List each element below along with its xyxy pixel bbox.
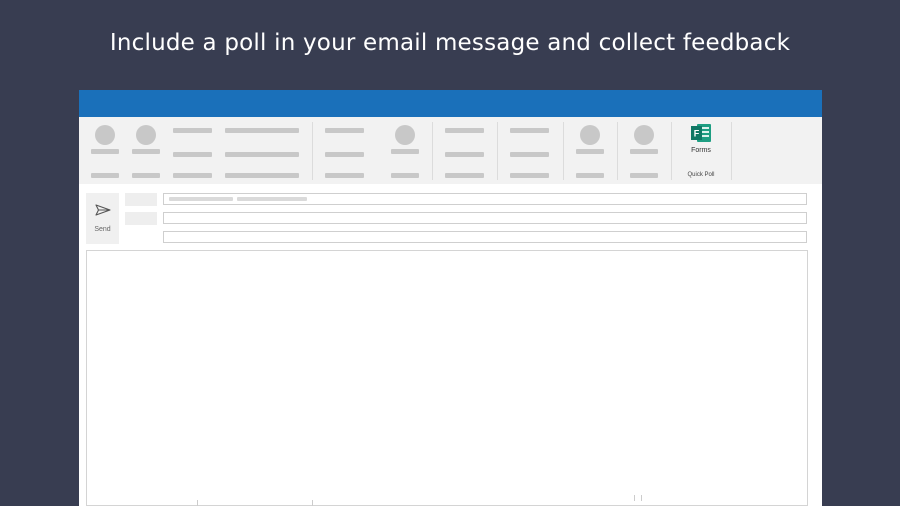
title-bar — [79, 90, 822, 117]
ribbon-small-item[interactable] — [225, 173, 299, 178]
ribbon-small-item[interactable] — [510, 152, 549, 157]
ribbon-small-item[interactable] — [325, 152, 364, 157]
ribbon-button-placeholder-icon[interactable] — [95, 125, 115, 145]
ribbon-separator — [563, 122, 564, 180]
recipient-chip[interactable] — [237, 197, 307, 201]
quick-poll-group-label: Quick Poll — [687, 172, 715, 178]
divider — [634, 495, 635, 501]
ribbon-small-item[interactable] — [173, 173, 212, 178]
forms-icon[interactable]: F — [691, 124, 711, 142]
compose-area: Send — [79, 184, 822, 506]
send-label: Send — [94, 226, 111, 233]
ribbon-small-item[interactable] — [510, 128, 549, 133]
ribbon-label-placeholder — [630, 149, 658, 154]
forms-button-label[interactable]: Forms — [679, 147, 723, 154]
recipient-chip[interactable] — [169, 197, 233, 201]
cc-button[interactable] — [125, 212, 157, 225]
ribbon-label-placeholder — [91, 173, 119, 178]
send-button[interactable]: Send — [86, 193, 119, 244]
ribbon-button-placeholder-icon[interactable] — [395, 125, 415, 145]
ribbon-separator — [617, 122, 618, 180]
ribbon-small-item[interactable] — [445, 173, 484, 178]
message-body[interactable] — [86, 250, 808, 506]
ribbon-label-placeholder — [132, 149, 160, 154]
to-field[interactable] — [163, 193, 807, 205]
divider — [312, 500, 313, 506]
headline: Include a poll in your email message and… — [109, 30, 791, 56]
ribbon-small-item[interactable] — [173, 152, 212, 157]
divider — [197, 500, 198, 506]
ribbon-separator — [497, 122, 498, 180]
send-icon — [95, 204, 111, 216]
ribbon-button-placeholder-icon[interactable] — [136, 125, 156, 145]
ribbon-separator — [671, 122, 672, 180]
ribbon-small-item[interactable] — [510, 173, 549, 178]
ribbon-separator — [731, 122, 732, 180]
ribbon: F Forms Quick Poll — [79, 117, 822, 184]
subject-field[interactable] — [163, 231, 807, 243]
ribbon-separator — [312, 122, 313, 180]
ribbon-small-item[interactable] — [325, 173, 364, 178]
cc-field[interactable] — [163, 212, 807, 224]
ribbon-button-placeholder-icon[interactable] — [634, 125, 654, 145]
ribbon-separator — [432, 122, 433, 180]
ribbon-small-item[interactable] — [445, 128, 484, 133]
ribbon-label-placeholder — [132, 173, 160, 178]
outlook-window: F Forms Quick Poll Send — [79, 90, 822, 506]
ribbon-small-item[interactable] — [173, 128, 212, 133]
ribbon-label-placeholder — [576, 149, 604, 154]
ribbon-small-item[interactable] — [445, 152, 484, 157]
ribbon-small-item[interactable] — [225, 152, 299, 157]
ribbon-label-placeholder — [630, 173, 658, 178]
ribbon-button-placeholder-icon[interactable] — [580, 125, 600, 145]
ribbon-small-item[interactable] — [225, 128, 299, 133]
ribbon-small-item[interactable] — [325, 128, 364, 133]
divider — [641, 495, 642, 501]
forms-icon-letter: F — [694, 129, 700, 139]
ribbon-label-placeholder — [576, 173, 604, 178]
ribbon-label-placeholder — [391, 149, 419, 154]
to-button[interactable] — [125, 193, 157, 206]
ribbon-label-placeholder — [391, 173, 419, 178]
ribbon-label-placeholder — [91, 149, 119, 154]
